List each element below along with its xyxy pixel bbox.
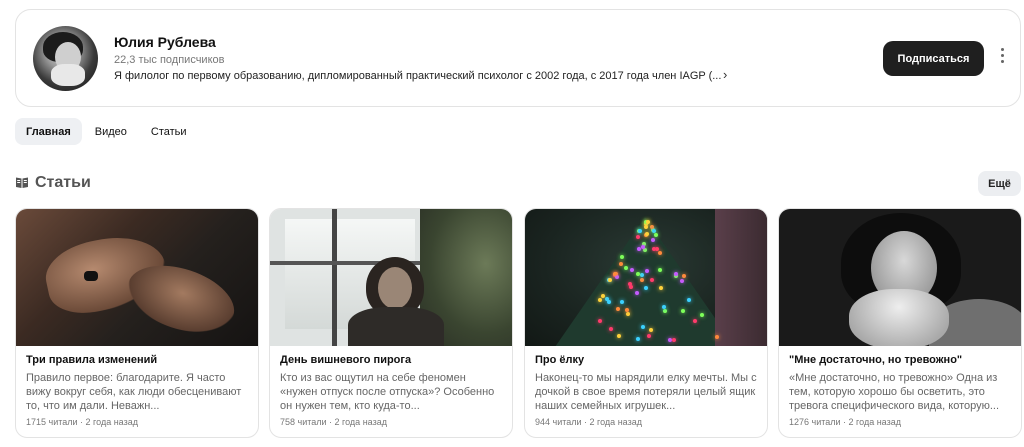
subscriber-count: 22,3 тыс подписчиков — [114, 54, 225, 66]
article-card[interactable]: Про ёлку Наконец-то мы нарядили елку меч… — [524, 208, 768, 438]
avatar[interactable] — [33, 26, 98, 91]
profile-bio[interactable]: Я филолог по первому образованию, диплом… — [114, 70, 721, 82]
tab-video[interactable]: Видео — [84, 118, 138, 145]
article-image — [779, 209, 1021, 346]
article-icon — [16, 177, 28, 188]
article-image — [270, 209, 512, 346]
article-card[interactable]: "Мне достаточно, но тревожно" «Мне доста… — [778, 208, 1022, 438]
article-title: Три правила изменений — [26, 354, 158, 366]
article-meta: 1715 читали · 2 года назад — [26, 417, 138, 427]
article-meta: 1276 читали · 2 года назад — [789, 417, 901, 427]
tab-articles[interactable]: Статьи — [140, 118, 198, 145]
article-card[interactable]: Три правила изменений Правило первое: бл… — [15, 208, 259, 438]
article-snippet: Кто из вас ощутил на себе феномен «нужен… — [280, 372, 495, 412]
profile-name: Юлия Рублева — [114, 34, 216, 50]
article-image — [16, 209, 258, 346]
avatar-hands — [51, 64, 85, 86]
more-button[interactable]: Ещё — [978, 171, 1021, 196]
article-snippet: Правило первое: благодарите. Я часто виж… — [26, 372, 242, 412]
chevron-right-icon[interactable]: › — [723, 67, 727, 82]
section-title: Статьи — [35, 174, 91, 191]
article-title: "Мне достаточно, но тревожно" — [789, 354, 963, 366]
profile-card: Юлия Рублева 22,3 тыс подписчиков Я фило… — [15, 9, 1021, 107]
article-title: Про ёлку — [535, 354, 585, 366]
vertical-dots-icon[interactable] — [998, 48, 1006, 68]
article-card[interactable]: День вишневого пирога Кто из вас ощутил … — [269, 208, 513, 438]
article-snippet: Наконец-то мы нарядили елку мечты. Мы с … — [535, 372, 757, 412]
article-snippet: «Мне достаточно, но тревожно» Одна из те… — [789, 372, 1000, 412]
article-image — [525, 209, 767, 346]
article-meta: 944 читали · 2 года назад — [535, 417, 642, 427]
article-title: День вишневого пирога — [280, 354, 412, 366]
subscribe-button[interactable]: Подписаться — [883, 41, 984, 76]
channel-tabs: Главная Видео Статьи — [15, 118, 200, 145]
article-meta: 758 читали · 2 года назад — [280, 417, 387, 427]
tab-main[interactable]: Главная — [15, 118, 82, 145]
